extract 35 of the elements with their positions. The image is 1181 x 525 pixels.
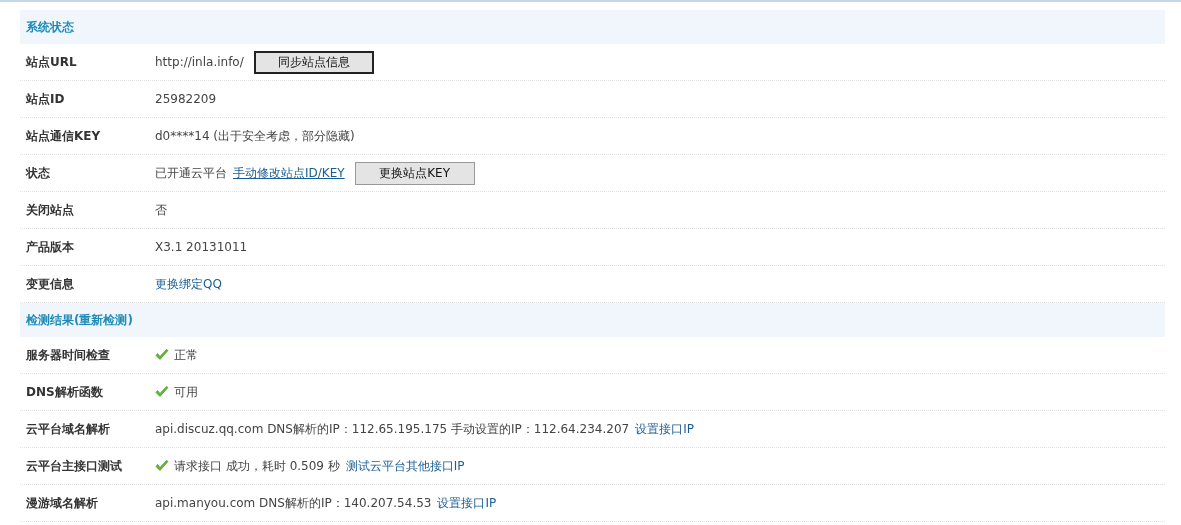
- field-label: DNS解析函数: [25, 383, 104, 401]
- value-text: 否: [155, 201, 167, 219]
- action-button[interactable]: 更换站点KEY: [354, 161, 475, 185]
- link[interactable]: 手动修改站点ID/KEY: [233, 164, 345, 182]
- value-text: 25982209: [155, 92, 217, 106]
- field-label: 漫游域名解析: [25, 494, 99, 512]
- value-text: X3.1 20131011: [155, 240, 248, 254]
- link[interactable]: 测试云平台其他接口IP: [345, 457, 465, 475]
- value-text: api.discuz.qq.com DNS解析的IP：112.65.195.175 手动设置的IP：112.64.234.207: [155, 420, 630, 438]
- field-label: 云平台主接口测试: [25, 457, 123, 475]
- link[interactable]: 更换绑定QQ: [155, 275, 222, 293]
- field-label: 状态: [24, 164, 51, 182]
- value-text: 可用: [174, 383, 198, 401]
- field-label: 站点URL: [25, 53, 78, 71]
- check-icon: [155, 349, 169, 361]
- field-label: 服务器时间检查: [25, 346, 111, 364]
- link[interactable]: 设置接口IP: [437, 494, 497, 512]
- field-label: 关闭站点: [25, 201, 75, 219]
- action-button[interactable]: 同步站点信息: [253, 50, 374, 74]
- value-text: 请求接口 成功，耗时 0.509 秒: [174, 457, 340, 475]
- value-text: 已开通云平台: [155, 164, 227, 182]
- value-text: d0****14 (出于安全考虑，部分隐藏): [155, 127, 355, 145]
- value-text: 正常: [174, 346, 198, 364]
- field-label: 云平台域名解析: [25, 420, 111, 438]
- value-text: api.manyou.com DNS解析的IP：140.207.54.53: [155, 494, 432, 512]
- check-icon: [155, 386, 169, 398]
- section-header: 检测结果(重新检测): [20, 303, 1165, 337]
- field-label: 变更信息: [25, 275, 75, 293]
- section-header: 系统状态: [20, 10, 1165, 44]
- link[interactable]: 设置接口IP: [635, 420, 694, 438]
- value-text: http://inla.info/: [155, 55, 244, 69]
- check-icon: [155, 460, 169, 472]
- field-label: 产品版本: [25, 238, 75, 256]
- field-label: 站点ID: [25, 90, 66, 108]
- field-label: 站点通信KEY: [25, 127, 102, 145]
